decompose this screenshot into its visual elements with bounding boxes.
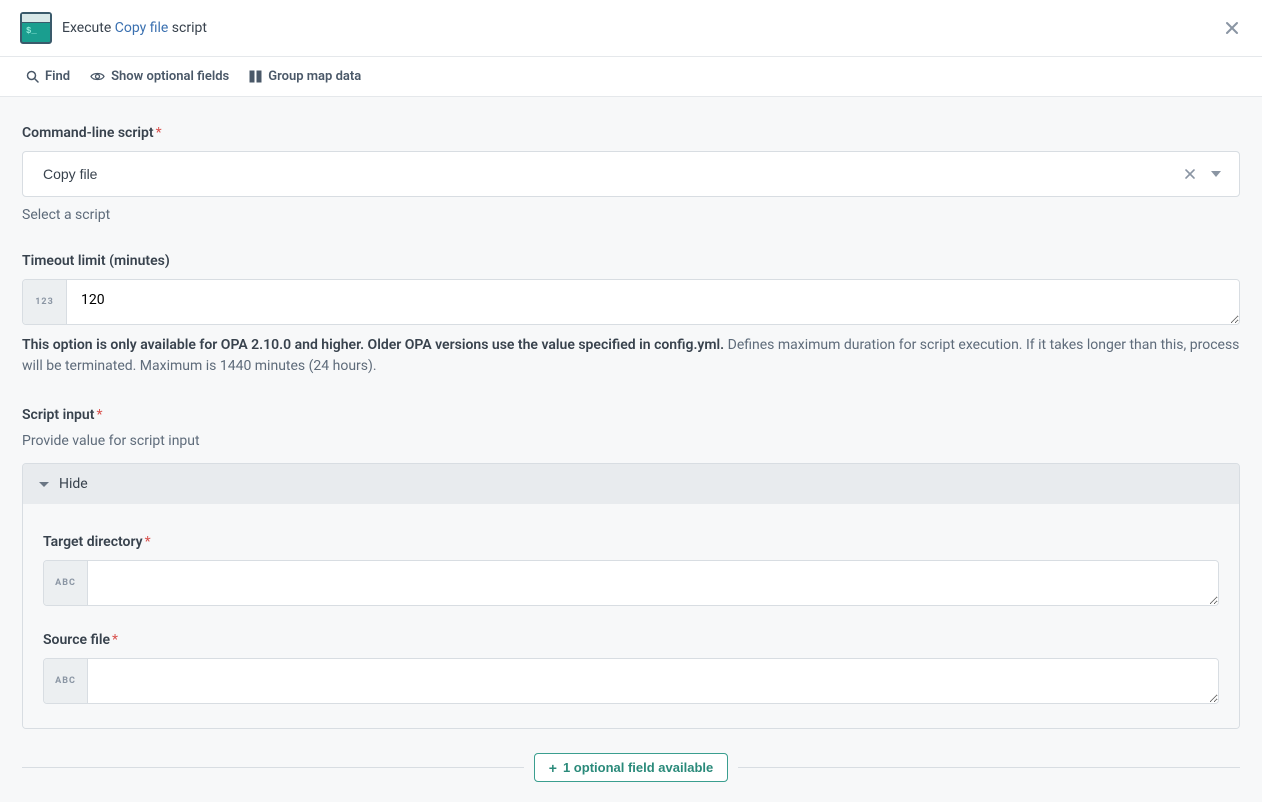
source-file-row: ABC: [43, 658, 1219, 704]
target-directory-input[interactable]: [88, 561, 1218, 605]
find-label: Find: [45, 69, 70, 84]
show-optional-label: Show optional fields: [111, 69, 229, 84]
caret-down-icon: [1211, 171, 1221, 177]
source-file-group: Source file* ABC: [43, 632, 1219, 704]
group-map-button[interactable]: Group map data: [249, 69, 361, 84]
dialog-title: Execute Copy file script: [62, 20, 207, 36]
command-line-script-group: Command-line script* Select a script: [22, 125, 1240, 223]
close-icon: [1184, 168, 1196, 180]
toolbar: Find Show optional fields Group map data: [0, 57, 1262, 97]
text-type-icon: ABC: [44, 561, 88, 605]
title-prefix: Execute: [62, 20, 111, 36]
target-directory-row: ABC: [43, 560, 1219, 606]
source-file-label: Source file*: [43, 632, 1219, 648]
source-file-input[interactable]: [88, 659, 1218, 703]
script-input-section: Hide Target directory* ABC Source f: [22, 463, 1240, 729]
timeout-group: Timeout limit (minutes) 123 This option …: [22, 253, 1240, 377]
script-input-helper: Provide value for script input: [22, 433, 1240, 449]
script-select-input[interactable]: [23, 154, 1181, 194]
dialog-header: Execute Copy file script: [0, 0, 1262, 57]
title-suffix: script: [172, 20, 207, 36]
required-mark: *: [156, 125, 162, 141]
required-mark: *: [145, 534, 151, 550]
show-optional-button[interactable]: Show optional fields: [90, 69, 229, 84]
plus-icon: +: [549, 761, 557, 775]
command-line-script-label: Command-line script*: [22, 125, 1240, 141]
eye-icon: [90, 71, 105, 82]
close-icon: [1225, 21, 1239, 35]
group-map-label: Group map data: [268, 69, 361, 84]
script-input-group: Script input* Provide value for script i…: [22, 407, 1240, 729]
divider-line: [738, 767, 1240, 768]
required-mark: *: [112, 632, 118, 648]
optional-fields-bar: + 1 optional field available: [22, 753, 1240, 782]
script-helper: Select a script: [22, 207, 1240, 223]
optional-button-label: 1 optional field available: [563, 760, 713, 775]
script-input-label: Script input*: [22, 407, 1240, 423]
timeout-helper-bold: This option is only available for OPA 2.…: [22, 337, 724, 353]
find-button[interactable]: Find: [26, 69, 70, 84]
section-toggle[interactable]: Hide: [23, 464, 1239, 504]
columns-icon: [249, 70, 262, 83]
terminal-script-icon: [20, 12, 52, 44]
close-button[interactable]: [1222, 18, 1242, 38]
divider-line: [22, 767, 524, 768]
timeout-label: Timeout limit (minutes): [22, 253, 1240, 269]
timeout-input[interactable]: [67, 280, 1239, 324]
text-type-icon: ABC: [44, 659, 88, 703]
caret-down-icon: [39, 482, 49, 487]
script-select[interactable]: [22, 151, 1240, 197]
optional-fields-button[interactable]: + 1 optional field available: [534, 753, 728, 782]
clear-button[interactable]: [1181, 165, 1199, 183]
dropdown-toggle[interactable]: [1207, 165, 1225, 183]
search-icon: [26, 70, 39, 83]
timeout-helper: This option is only available for OPA 2.…: [22, 335, 1240, 377]
form-body: Command-line script* Select a script Tim…: [0, 97, 1262, 802]
script-name-link[interactable]: Copy file: [115, 20, 169, 36]
target-directory-label: Target directory*: [43, 534, 1219, 550]
toggle-label: Hide: [59, 476, 88, 492]
number-type-icon: 123: [23, 280, 67, 324]
required-mark: *: [96, 407, 102, 423]
section-body: Target directory* ABC Source file* ABC: [23, 504, 1239, 728]
timeout-input-row: 123: [22, 279, 1240, 325]
target-directory-group: Target directory* ABC: [43, 534, 1219, 606]
